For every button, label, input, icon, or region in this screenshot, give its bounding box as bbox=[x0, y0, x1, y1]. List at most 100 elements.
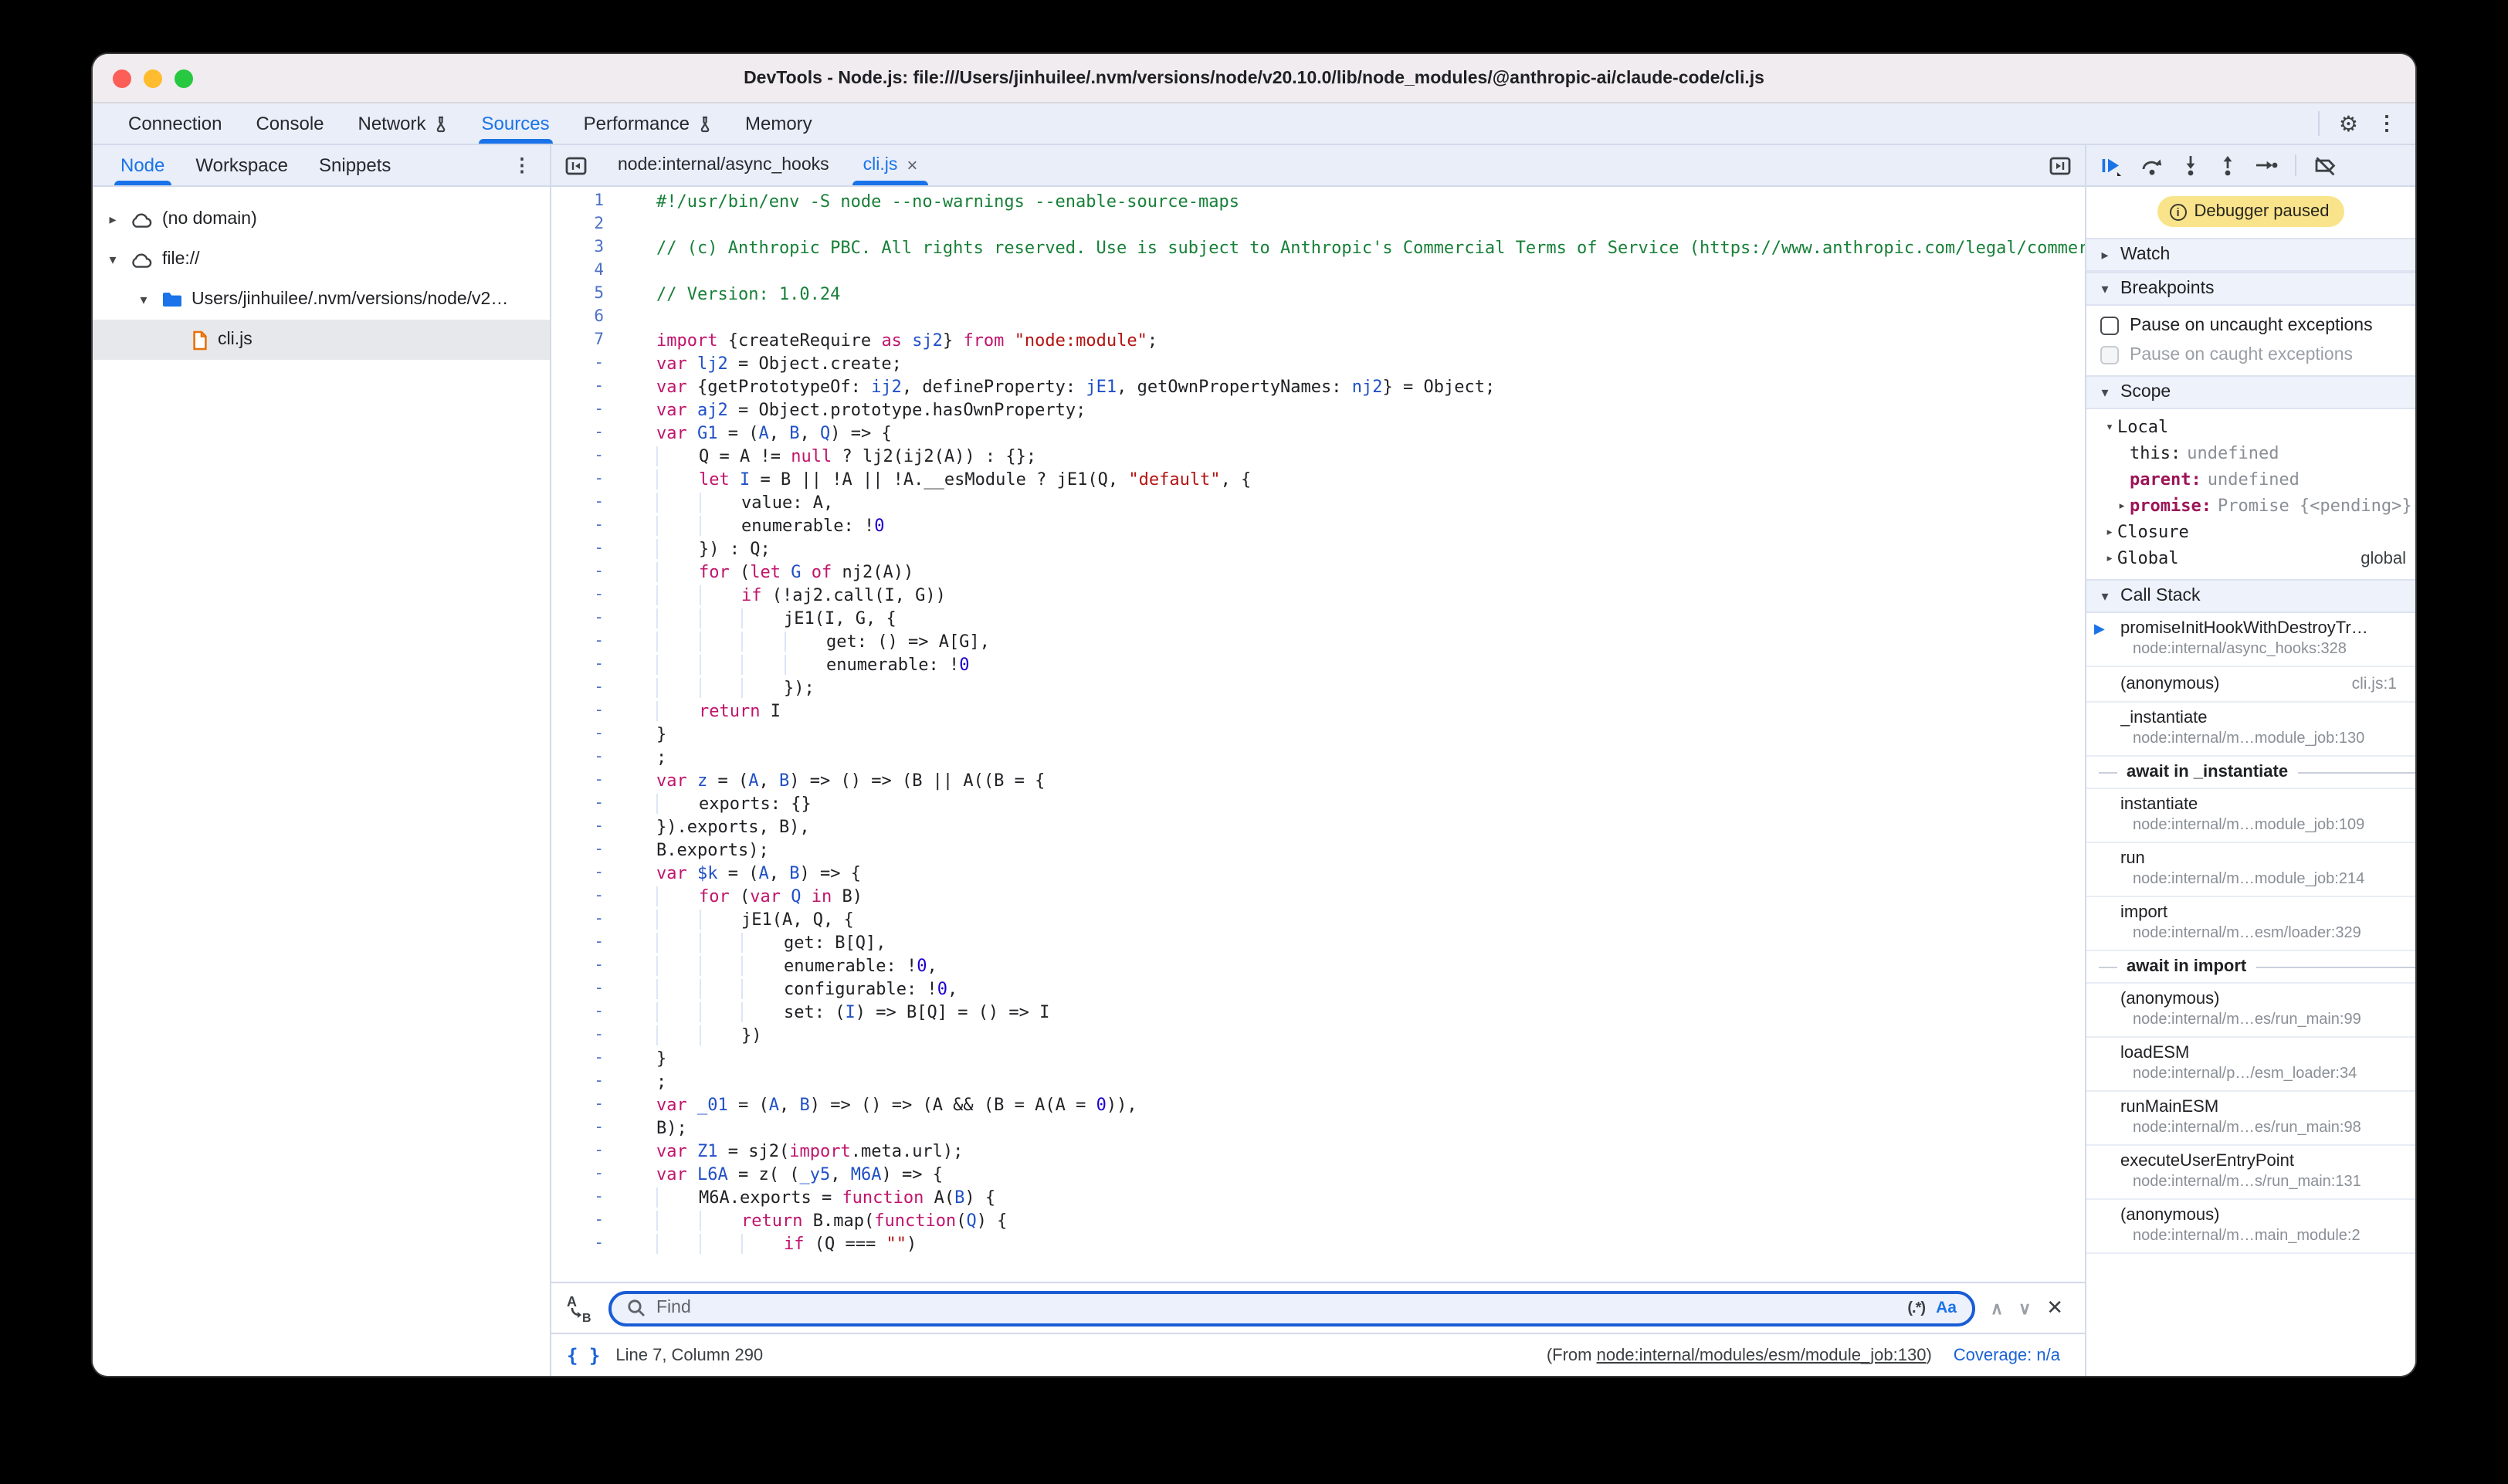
line-gutter[interactable]: - bbox=[551, 931, 625, 954]
find-next-icon[interactable]: ∨ bbox=[2018, 1298, 2031, 1318]
minimize-window-button[interactable] bbox=[144, 69, 162, 88]
tab-sources[interactable]: Sources bbox=[465, 103, 567, 144]
tree-item-users-jinhuilee-nvm-versions-node-v2-[interactable]: ▾Users/jinhuilee/.nvm/versions/node/v2… bbox=[93, 280, 550, 320]
settings-gear-icon[interactable]: ⚙ bbox=[2339, 113, 2358, 134]
line-gutter[interactable]: - bbox=[551, 862, 625, 885]
breakpoint-option[interactable]: Pause on uncaught exceptions bbox=[2086, 310, 2415, 340]
coverage-link[interactable]: Coverage: n/a bbox=[1954, 1346, 2060, 1364]
line-gutter[interactable]: - bbox=[551, 723, 625, 746]
match-case-toggle-icon[interactable]: Aa bbox=[1936, 1299, 1957, 1317]
call-stack-frame[interactable]: ▶promiseInitHookWithDestroyTr…node:inter… bbox=[2086, 613, 2415, 667]
line-gutter[interactable]: - bbox=[551, 1116, 625, 1140]
replace-toggle-icon[interactable]: AB bbox=[567, 1293, 593, 1323]
editor-tab-node-internal-async-hooks[interactable]: node:internal/async_hooks bbox=[601, 145, 846, 185]
scope-section-closure[interactable]: ▸Closure bbox=[2086, 519, 2415, 545]
line-gutter[interactable]: - bbox=[551, 514, 625, 537]
call-stack-frame[interactable]: executeUserEntryPointnode:internal/m…s/r… bbox=[2086, 1146, 2415, 1200]
line-gutter[interactable]: - bbox=[551, 700, 625, 723]
line-gutter[interactable]: - bbox=[551, 1024, 625, 1047]
line-gutter[interactable]: 4 bbox=[551, 259, 625, 283]
collapse-navigator-icon[interactable] bbox=[551, 145, 601, 185]
call-stack-frame[interactable]: loadESMnode:internal/p…/esm_loader:34 bbox=[2086, 1038, 2415, 1092]
tab-network[interactable]: Network bbox=[341, 103, 465, 144]
line-gutter[interactable]: - bbox=[551, 1093, 625, 1116]
line-gutter[interactable]: - bbox=[551, 1209, 625, 1232]
close-tab-icon[interactable]: × bbox=[907, 154, 917, 176]
find-previous-icon[interactable]: ∧ bbox=[1991, 1298, 2003, 1318]
line-gutter[interactable]: - bbox=[551, 1070, 625, 1093]
tree-item-cli-js[interactable]: cli.js bbox=[93, 320, 550, 360]
call-stack-frame[interactable]: instantiatenode:internal/m…module_job:10… bbox=[2086, 789, 2415, 843]
call-stack-frame[interactable]: importnode:internal/m…esm/loader:329 bbox=[2086, 897, 2415, 951]
call-stack-frame[interactable]: _instantiatenode:internal/m…module_job:1… bbox=[2086, 703, 2415, 757]
navigator-tab-snippets[interactable]: Snippets bbox=[303, 145, 406, 185]
line-gutter[interactable]: 5 bbox=[551, 283, 625, 306]
scope-variable-parent[interactable]: parent:undefined bbox=[2086, 466, 2415, 493]
line-gutter[interactable]: - bbox=[551, 746, 625, 769]
tree-item--no-domain-[interactable]: ▸(no domain) bbox=[93, 199, 550, 239]
line-gutter[interactable]: - bbox=[551, 1047, 625, 1070]
tab-console[interactable]: Console bbox=[239, 103, 341, 144]
checkbox[interactable] bbox=[2100, 316, 2119, 334]
line-gutter[interactable]: - bbox=[551, 584, 625, 607]
line-gutter[interactable]: 1 bbox=[551, 190, 625, 213]
line-gutter[interactable]: 6 bbox=[551, 306, 625, 329]
line-gutter[interactable]: - bbox=[551, 1140, 625, 1163]
step-icon[interactable] bbox=[2255, 156, 2278, 174]
line-gutter[interactable]: - bbox=[551, 1001, 625, 1024]
call-stack-frame[interactable]: (anonymous)node:internal/m…main_module:2 bbox=[2086, 1200, 2415, 1254]
zoom-window-button[interactable] bbox=[175, 69, 193, 88]
line-gutter[interactable]: - bbox=[551, 1186, 625, 1209]
close-find-icon[interactable]: ✕ bbox=[2046, 1296, 2063, 1320]
close-window-button[interactable] bbox=[113, 69, 131, 88]
section-scope[interactable]: ▾ Scope bbox=[2086, 375, 2415, 409]
pretty-print-icon[interactable]: { } bbox=[567, 1344, 600, 1366]
section-call-stack[interactable]: ▾ Call Stack bbox=[2086, 579, 2415, 613]
call-stack-frame[interactable]: (anonymous)cli.js:1 bbox=[2086, 667, 2415, 703]
scope-variable-this[interactable]: this:undefined bbox=[2086, 440, 2415, 466]
source-editor[interactable]: 1#!/usr/bin/env -S node --no-warnings --… bbox=[551, 187, 2085, 1282]
line-gutter[interactable]: - bbox=[551, 537, 625, 561]
line-gutter[interactable]: 7 bbox=[551, 329, 625, 352]
line-gutter[interactable]: - bbox=[551, 630, 625, 653]
line-gutter[interactable]: - bbox=[551, 769, 625, 792]
navigator-tab-node[interactable]: Node bbox=[105, 145, 180, 185]
deactivate-breakpoints-icon[interactable] bbox=[2313, 155, 2337, 175]
line-gutter[interactable]: 2 bbox=[551, 213, 625, 236]
more-options-icon[interactable]: ⋮ bbox=[2377, 111, 2397, 136]
line-gutter[interactable]: - bbox=[551, 885, 625, 908]
line-gutter[interactable]: 3 bbox=[551, 236, 625, 259]
call-stack-frame[interactable]: (anonymous)node:internal/m…es/run_main:9… bbox=[2086, 984, 2415, 1038]
section-watch[interactable]: ▸ Watch bbox=[2086, 238, 2415, 272]
step-over-icon[interactable] bbox=[2140, 155, 2164, 175]
scope-section-local[interactable]: ▾Local bbox=[2086, 414, 2415, 440]
line-gutter[interactable]: - bbox=[551, 375, 625, 398]
line-gutter[interactable]: - bbox=[551, 398, 625, 422]
line-gutter[interactable]: - bbox=[551, 468, 625, 491]
line-gutter[interactable]: - bbox=[551, 491, 625, 514]
tab-performance[interactable]: Performance bbox=[567, 103, 728, 144]
line-gutter[interactable]: - bbox=[551, 352, 625, 375]
editor-tab-cli-js[interactable]: cli.js× bbox=[846, 145, 935, 185]
checkbox[interactable] bbox=[2100, 345, 2119, 364]
expand-debugger-icon[interactable] bbox=[2035, 145, 2085, 185]
call-stack-frame[interactable]: runMainESMnode:internal/m…es/run_main:98 bbox=[2086, 1092, 2415, 1146]
find-input[interactable]: Find (.*) Aa bbox=[608, 1290, 1975, 1326]
line-gutter[interactable]: - bbox=[551, 653, 625, 676]
line-gutter[interactable]: - bbox=[551, 908, 625, 931]
line-gutter[interactable]: - bbox=[551, 445, 625, 468]
line-gutter[interactable]: - bbox=[551, 1163, 625, 1186]
line-gutter[interactable]: - bbox=[551, 815, 625, 839]
tab-memory[interactable]: Memory bbox=[728, 103, 829, 144]
regex-toggle-icon[interactable]: (.*) bbox=[1907, 1299, 1925, 1316]
line-gutter[interactable]: - bbox=[551, 977, 625, 1001]
line-gutter[interactable]: - bbox=[551, 422, 625, 445]
line-gutter[interactable]: - bbox=[551, 1232, 625, 1255]
tree-item-file-[interactable]: ▾file:// bbox=[93, 239, 550, 280]
step-out-icon[interactable] bbox=[2218, 154, 2238, 176]
line-gutter[interactable]: - bbox=[551, 676, 625, 700]
navigator-tab-workspace[interactable]: Workspace bbox=[180, 145, 303, 185]
line-gutter[interactable]: - bbox=[551, 607, 625, 630]
breakpoint-option[interactable]: Pause on caught exceptions bbox=[2086, 340, 2415, 369]
step-into-icon[interactable] bbox=[2181, 154, 2201, 176]
